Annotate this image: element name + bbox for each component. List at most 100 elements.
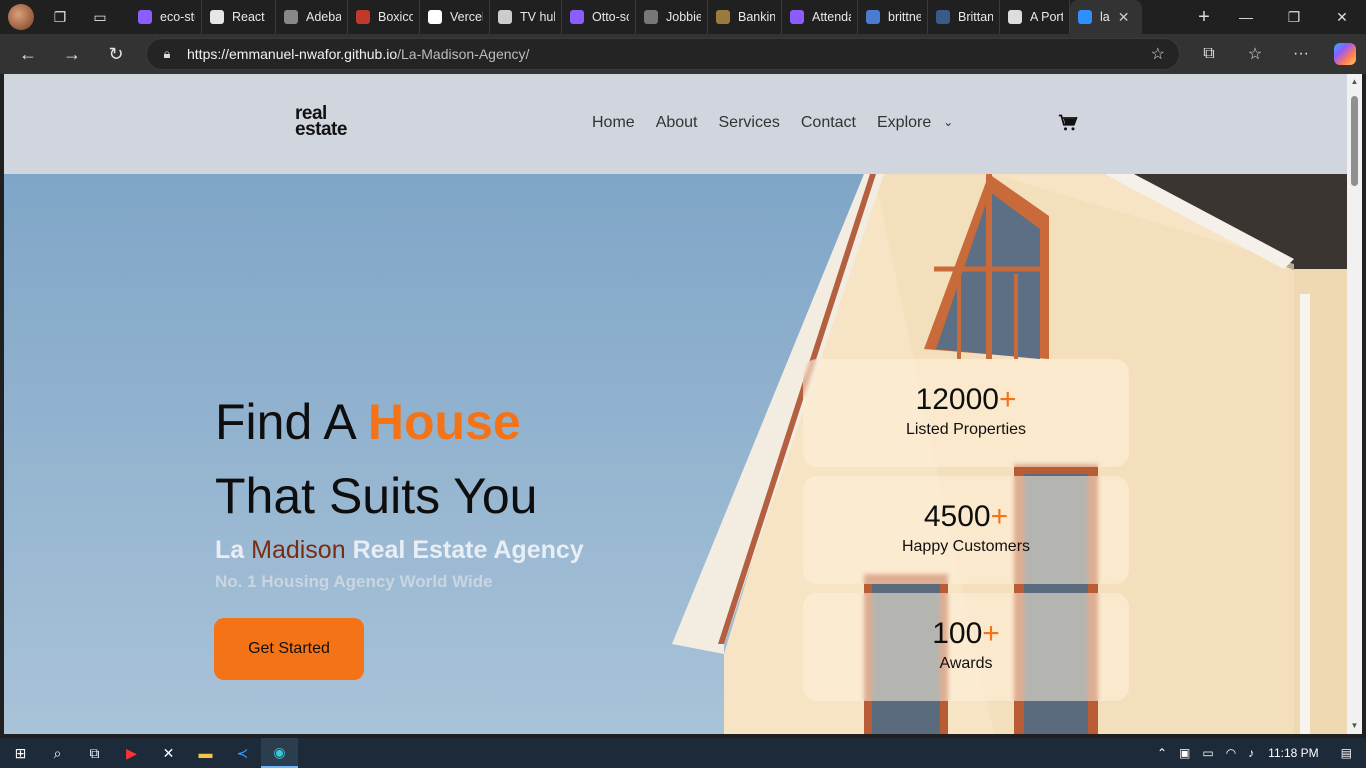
site-header: real estate Home About Services Contact … <box>4 74 1347 174</box>
url-path: /La-Madison-Agency/ <box>397 46 530 62</box>
browser-tab[interactable]: la ✕ <box>1070 0 1142 34</box>
profile-avatar[interactable] <box>8 4 34 30</box>
tab-label: Otto-sc <box>592 10 629 24</box>
workspaces-icon[interactable]: ❐ <box>40 0 80 34</box>
tab-label: Attenda <box>812 10 851 24</box>
meet-icon[interactable]: ▣ <box>1173 746 1196 760</box>
browser-tab-bar: ❐ ▭ eco-stu React Ir Adebay Boxicor Vercel TV… <box>0 0 1366 34</box>
lock-icon: 🔒︎ <box>163 46 171 61</box>
extensions-icon[interactable]: ⧉ <box>1186 34 1232 74</box>
hero-tagline: No. 1 Housing Agency World Wide <box>215 572 493 591</box>
cart-icon[interactable] <box>1058 113 1078 133</box>
scroll-down-icon[interactable]: ▼ <box>1347 718 1362 734</box>
browser-tab[interactable]: Bankinc <box>708 0 782 34</box>
volume-icon[interactable]: ♪ <box>1242 746 1260 760</box>
url-host: https://emmanuel-nwafor.github.io <box>187 46 398 62</box>
browser-tab[interactable]: React Ir <box>202 0 276 34</box>
new-tab-button[interactable]: + <box>1186 0 1222 34</box>
address-toolbar: ← → ↻ 🔒︎ https://emmanuel-nwafor.github.… <box>0 34 1366 74</box>
vite-icon <box>570 10 584 24</box>
b-icon <box>936 10 950 24</box>
tab-label: TV hub <box>520 10 555 24</box>
browser-tab[interactable]: eco-stu <box>130 0 202 34</box>
browser-tab[interactable]: Boxicor <box>348 0 420 34</box>
vscode-icon[interactable]: ≺ <box>224 738 261 768</box>
site-logo[interactable]: real estate <box>295 104 347 139</box>
windows-taskbar: ⊞ ⌕ ⧉ ▶ ✕ ▬ ≺ ◉ ⌃ ▣ ▭ ◠ ♪ 11:18 PM ▤ <box>0 738 1366 768</box>
stat-card-properties: 12000+ Listed Properties <box>803 359 1129 467</box>
file-explorer-icon[interactable]: ▬ <box>187 738 224 768</box>
edge-icon[interactable]: ◉ <box>261 738 298 768</box>
nav-home[interactable]: Home <box>592 114 635 132</box>
close-window-icon[interactable]: ✕ <box>1318 0 1366 34</box>
portal-icon <box>1008 10 1022 24</box>
chevron-up-icon[interactable]: ⌃ <box>1151 746 1173 760</box>
clock[interactable]: 11:18 PM <box>1260 746 1334 760</box>
hero-title-accent: House <box>367 394 521 450</box>
stat-card-awards: 100+ Awards <box>803 593 1129 701</box>
browser-tab[interactable]: Otto-sc <box>562 0 636 34</box>
scrollbar-thumb[interactable] <box>1351 96 1358 186</box>
browser-tab[interactable]: Brittany <box>928 0 1000 34</box>
scroll-up-icon[interactable]: ▲ <box>1347 74 1362 90</box>
tab-label: la <box>1100 10 1110 24</box>
youtube-icon[interactable]: ▶ <box>113 738 150 768</box>
back-button[interactable]: ← <box>6 34 50 74</box>
hero-subtitle: La Madison Real Estate Agency <box>215 536 584 565</box>
search-icon[interactable]: ⌕ <box>39 738 76 768</box>
subtitle-post: Real Estate Agency <box>345 536 584 564</box>
forward-button[interactable]: → <box>50 34 94 74</box>
windows-start-icon[interactable]: ⊞ <box>2 738 39 768</box>
more-menu-icon[interactable]: ··· <box>1278 34 1324 74</box>
hero-section: Find A House That Suits You La Madison R… <box>4 174 1347 734</box>
tab-label: React Ir <box>232 10 269 24</box>
x-app-icon[interactable]: ✕ <box>150 738 187 768</box>
vercel-icon <box>428 10 442 24</box>
stat-number: 100 <box>932 617 983 650</box>
search-icon <box>866 10 880 24</box>
notifications-icon[interactable]: ▤ <box>1335 746 1366 760</box>
browser-tab[interactable]: Adebay <box>276 0 348 34</box>
task-view-icon[interactable]: ⧉ <box>76 738 113 768</box>
stat-number: 12000 <box>915 383 999 416</box>
house-photo <box>672 174 1347 734</box>
tab-label: brittney <box>888 10 921 24</box>
nav-about[interactable]: About <box>656 114 698 132</box>
refresh-button[interactable]: ↻ <box>94 34 138 74</box>
copilot-icon[interactable] <box>1334 43 1356 65</box>
boxicons-icon <box>356 10 370 24</box>
browser-tab[interactable]: Jobbie <box>636 0 708 34</box>
wifi-icon[interactable]: ◠ <box>1220 746 1242 760</box>
stat-number: 4500 <box>923 500 991 533</box>
nav-explore[interactable]: Explore ⌄ <box>877 114 953 132</box>
browser-tab[interactable]: Vercel <box>420 0 490 34</box>
battery-icon[interactable]: ▭ <box>1196 746 1219 760</box>
browser-tab[interactable]: TV hub <box>490 0 562 34</box>
restore-icon[interactable]: ❐ <box>1270 0 1318 34</box>
get-started-button[interactable]: Get Started <box>214 618 364 680</box>
page-scrollbar[interactable]: ▲ ▼ <box>1347 74 1362 734</box>
browser-tab[interactable]: brittney <box>858 0 928 34</box>
minimize-icon[interactable]: — <box>1222 0 1270 34</box>
main-nav: Home About Services Contact Explore ⌄ <box>592 114 974 132</box>
hero-title-line-1: Find A House <box>215 392 521 452</box>
tab-actions-icon[interactable]: ▭ <box>80 0 120 34</box>
browser-tab[interactable]: A Porta <box>1000 0 1070 34</box>
stat-plus: + <box>982 617 1000 650</box>
globe-icon <box>498 10 512 24</box>
address-bar[interactable]: 🔒︎ https://emmanuel-nwafor.github.io/La-… <box>146 38 1180 70</box>
favorite-star-icon[interactable]: ☆ <box>1151 44 1165 64</box>
nav-explore-label: Explore <box>877 114 932 131</box>
window-controls: — ❐ ✕ <box>1222 0 1366 34</box>
hero-title-line-2: That Suits You <box>215 468 538 524</box>
stat-value: 100+ <box>803 617 1129 651</box>
tab-label: eco-stu <box>160 10 195 24</box>
nav-contact[interactable]: Contact <box>801 114 856 132</box>
nav-services[interactable]: Services <box>719 114 780 132</box>
tab-label: Adebay <box>306 10 341 24</box>
stat-card-customers: 4500+ Happy Customers <box>803 476 1129 584</box>
close-tab-icon[interactable]: ✕ <box>1118 9 1130 26</box>
subtitle-pre: La <box>215 536 252 564</box>
browser-tab[interactable]: Attenda <box>782 0 858 34</box>
favorites-icon[interactable]: ☆ <box>1232 34 1278 74</box>
